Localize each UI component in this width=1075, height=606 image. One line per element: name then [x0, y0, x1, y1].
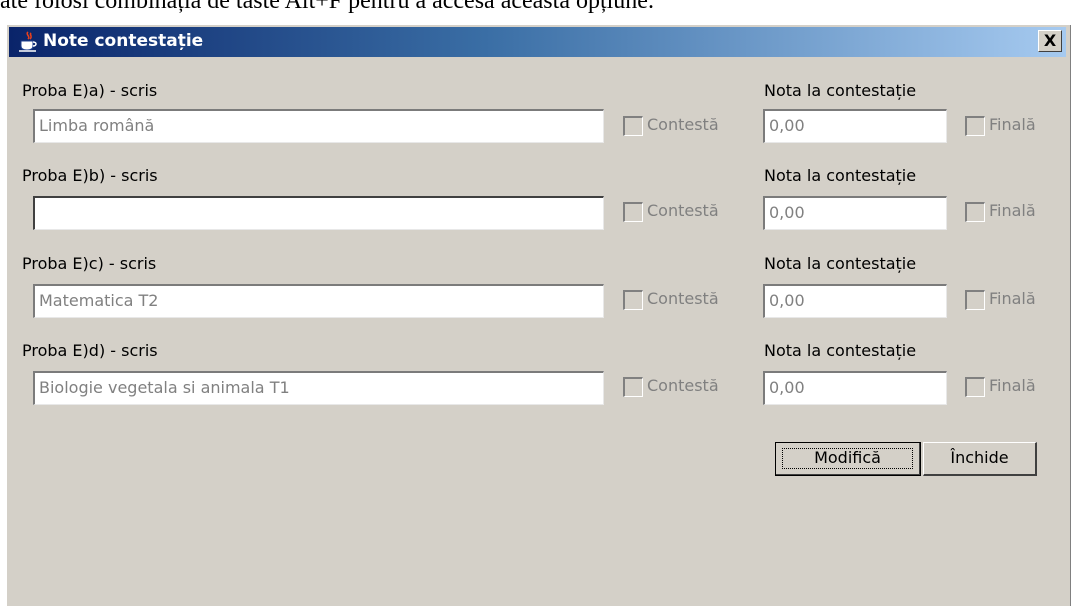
checkbox-icon: [965, 290, 985, 310]
checkbox-icon: [965, 377, 985, 397]
row-4-grade-label: Nota la contestație: [764, 341, 917, 360]
row-1-subject-label: Proba E)a) - scris: [22, 81, 158, 100]
row-4-contest-checkbox[interactable]: Contestă: [623, 375, 753, 399]
row-1-subject-field[interactable]: Limba română: [33, 109, 604, 143]
row-2-final-checkbox[interactable]: Finală: [965, 200, 1065, 224]
row-4-grade-field[interactable]: 0,00: [763, 371, 947, 405]
note-contestatie-dialog: Note contestație X Proba E)a) - scris No…: [6, 24, 1071, 606]
row-2-contest-label: Contestă: [647, 201, 719, 220]
close-button[interactable]: Închide: [923, 442, 1037, 476]
row-1-final-checkbox[interactable]: Finală: [965, 114, 1065, 138]
row-1-contest-label: Contestă: [647, 115, 719, 134]
row-1-grade-field[interactable]: 0,00: [763, 109, 947, 143]
row-1-contest-checkbox[interactable]: Contestă: [623, 114, 753, 138]
row-2-contest-checkbox[interactable]: Contestă: [623, 200, 753, 224]
dialog-title: Note contestație: [43, 31, 204, 51]
row-4-final-label: Finală: [989, 376, 1036, 395]
row-1-final-label: Finală: [989, 115, 1036, 134]
row-3-contest-checkbox[interactable]: Contestă: [623, 288, 753, 312]
close-button-label: Închide: [950, 448, 1009, 467]
checkbox-icon: [965, 116, 985, 136]
checkbox-icon: [623, 377, 643, 397]
row-2-grade-label: Nota la contestație: [764, 166, 917, 185]
row-4-final-checkbox[interactable]: Finală: [965, 375, 1065, 399]
close-window-button[interactable]: X: [1038, 30, 1062, 52]
java-cup-icon: [19, 31, 37, 52]
title-bar[interactable]: Note contestație X: [9, 27, 1066, 57]
checkbox-icon: [623, 202, 643, 222]
row-2-subject-label: Proba E)b) - scris: [22, 166, 158, 185]
checkbox-icon: [965, 202, 985, 222]
row-3-subject-label: Proba E)c) - scris: [22, 254, 157, 273]
row-2-subject-field[interactable]: [33, 196, 604, 230]
row-3-subject-field[interactable]: Matematica T2: [33, 284, 604, 318]
checkbox-icon: [623, 116, 643, 136]
row-4-subject-field[interactable]: Biologie vegetala si animala T1: [33, 371, 604, 405]
modify-button[interactable]: Modifică: [775, 442, 921, 476]
row-1-grade-label: Nota la contestație: [764, 81, 917, 100]
row-3-final-checkbox[interactable]: Finală: [965, 288, 1065, 312]
row-3-final-label: Finală: [989, 289, 1036, 308]
document-text-snippet: ate folosi combinația de taste Alt+F pen…: [0, 0, 654, 14]
checkbox-icon: [623, 290, 643, 310]
row-2-grade-field[interactable]: 0,00: [763, 196, 947, 230]
row-3-grade-label: Nota la contestație: [764, 254, 917, 273]
close-icon: X: [1043, 31, 1057, 50]
modify-button-label: Modifică: [814, 448, 881, 467]
row-4-subject-label: Proba E)d) - scris: [22, 341, 158, 360]
row-4-contest-label: Contestă: [647, 376, 719, 395]
row-2-final-label: Finală: [989, 201, 1036, 220]
row-3-contest-label: Contestă: [647, 289, 719, 308]
row-3-grade-field[interactable]: 0,00: [763, 284, 947, 318]
